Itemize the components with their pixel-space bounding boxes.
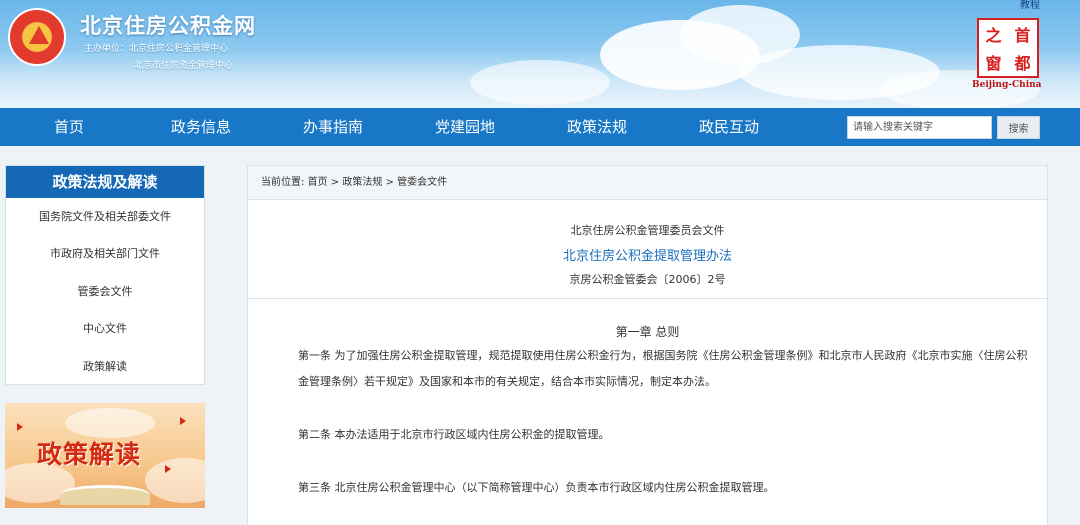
nav-item-policy-regulations[interactable]: 政策法规 <box>567 108 627 146</box>
seal-char: 之 <box>985 26 1002 45</box>
breadcrumb-current-link[interactable]: 管委会文件 <box>397 177 447 188</box>
promo-title: 政策解读 <box>37 440 142 469</box>
nav-item-public-interaction[interactable]: 政民互动 <box>699 108 759 146</box>
sidebar-title: 政策法规及解读 <box>6 166 204 198</box>
sidebar-item-committee[interactable]: 管委会文件 <box>6 273 204 310</box>
logo-caption: Beijing-China <box>972 80 1042 90</box>
breadcrumb: 当前位置: 首页 > 政策法规 > 管委会文件 <box>248 166 1047 200</box>
nav-item-service-guide[interactable]: 办事指南 <box>303 108 363 146</box>
breadcrumb-prefix: 当前位置: <box>261 177 305 188</box>
header-banner: 北京住房公积金网 主办单位：北京住房公积金管理中心 北京市住房资金管理中心 教程… <box>0 0 1080 108</box>
seal-char: 窗 <box>985 54 1002 73</box>
open-book-icon <box>60 485 150 505</box>
capital-window-logo[interactable]: 之 首 窗 都 <box>977 18 1039 78</box>
host-line-2: 北京市住房资金管理中心 <box>134 61 234 71</box>
document-title: 北京住房公积金提取管理办法 <box>562 249 732 264</box>
cloud-decoration <box>470 60 610 105</box>
seal-char: 都 <box>1014 54 1031 73</box>
host-line-1: 主办单位：北京住房公积金管理中心 <box>84 44 229 54</box>
breadcrumb-separator: > <box>385 177 394 188</box>
nav-item-home[interactable]: 首页 <box>54 108 84 146</box>
breadcrumb-home-link[interactable]: 首页 <box>308 177 328 188</box>
sidebar-item-center[interactable]: 中心文件 <box>6 310 204 347</box>
flag-icon <box>180 417 186 425</box>
sidebar: 政策法规及解读 国务院文件及相关部委文件 市政府及相关部门文件 管委会文件 中心… <box>5 165 205 385</box>
document-issuer: 北京住房公积金管理委员会文件 <box>570 224 725 237</box>
nav-item-party-building[interactable]: 党建园地 <box>435 108 495 146</box>
article-2: 第二条 本办法适用于北京市行政区域内住房公积金的提取管理。 <box>298 428 610 441</box>
search-button[interactable]: 搜索 <box>997 116 1040 139</box>
main-content: 当前位置: 首页 > 政策法规 > 管委会文件 北京住房公积金管理委员会文件 北… <box>247 165 1048 525</box>
site-title[interactable]: 北京住房公积金网 <box>80 10 256 40</box>
flag-icon <box>165 465 171 473</box>
article-1: 第一条 为了加强住房公积金提取管理，规范提取使用住房公积金行为，根据国务院《住房… <box>298 349 1028 388</box>
seal-char: 首 <box>1014 26 1031 45</box>
top-link[interactable]: 教程 <box>1020 0 1040 11</box>
document-number: 京房公积金管委会〔2006〕2号 <box>569 273 726 286</box>
sidebar-item-interpretation[interactable]: 政策解读 <box>6 348 204 385</box>
sidebar-item-state-council[interactable]: 国务院文件及相关部委文件 <box>6 198 204 235</box>
flag-icon <box>17 423 23 431</box>
breadcrumb-separator: > <box>330 177 340 188</box>
nav-item-government-info[interactable]: 政务信息 <box>171 108 231 146</box>
policy-interpretation-banner[interactable]: 政策解读 <box>5 403 205 508</box>
search-input[interactable] <box>847 116 992 139</box>
document-header: 北京住房公积金管理委员会文件 北京住房公积金提取管理办法 京房公积金管委会〔20… <box>248 201 1047 299</box>
article-3: 第三条 北京住房公积金管理中心（以下简称管理中心）负责本市行政区域内住房公积金提… <box>298 481 775 494</box>
chapter-heading: 第一章 总则 <box>615 325 680 339</box>
sidebar-item-municipal[interactable]: 市政府及相关部门文件 <box>6 235 204 272</box>
site-emblem-icon[interactable] <box>8 8 66 66</box>
breadcrumb-section-link[interactable]: 政策法规 <box>342 177 382 188</box>
